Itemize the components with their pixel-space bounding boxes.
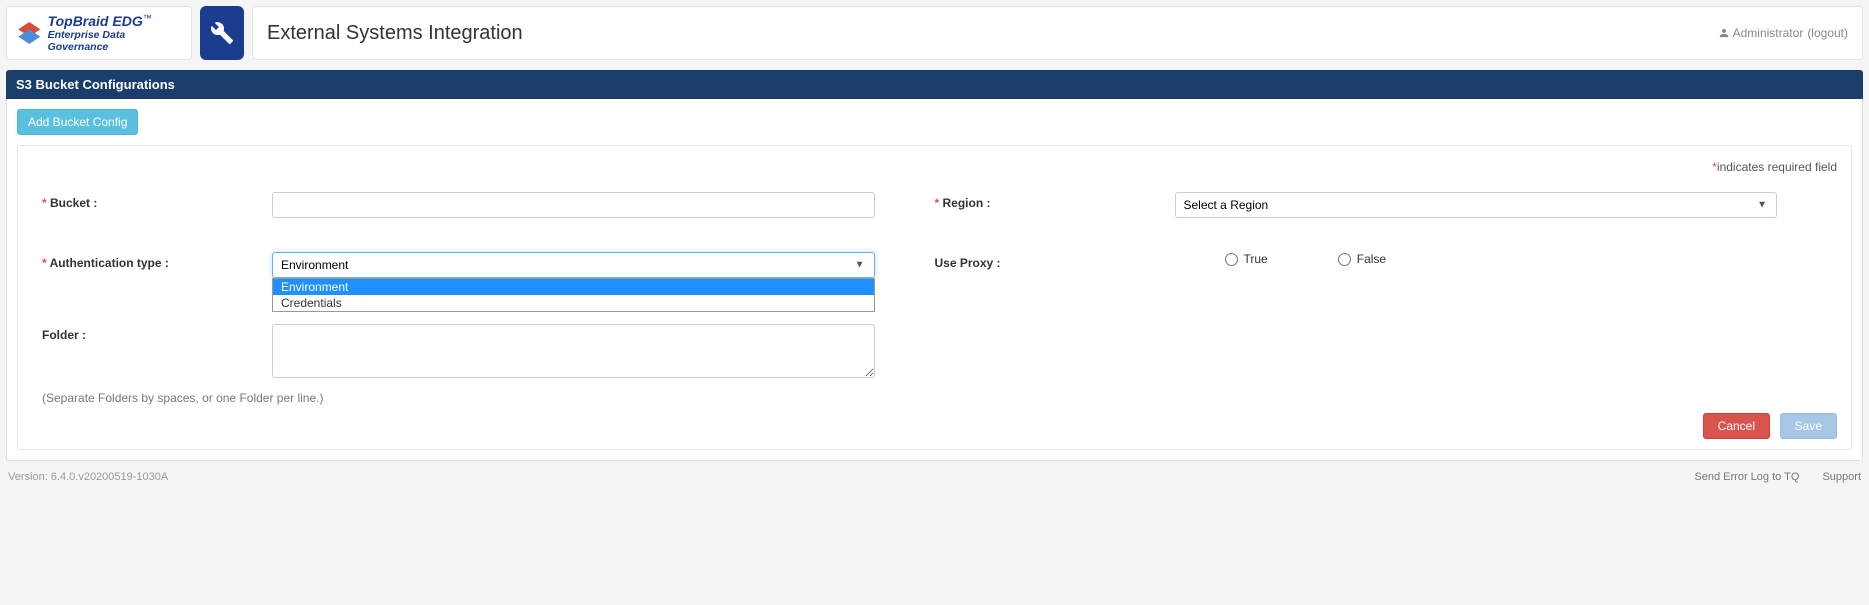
auth-option-credentials[interactable]: Credentials xyxy=(273,295,874,311)
auth-type-select[interactable]: Environment xyxy=(272,252,875,278)
user-icon xyxy=(1719,28,1729,38)
proxy-true-radio[interactable]: True xyxy=(1225,252,1268,266)
version-text: Version: 6.4.0.v20200519-1030A xyxy=(8,471,168,483)
folder-helper-text: (Separate Folders by spaces, or one Fold… xyxy=(32,391,1837,405)
bucket-input[interactable] xyxy=(272,192,875,218)
settings-wrench-button[interactable] xyxy=(200,6,244,60)
required-note: *indicates required field xyxy=(32,160,1837,174)
auth-option-environment[interactable]: Environment xyxy=(273,279,874,295)
folder-textarea[interactable] xyxy=(272,324,875,378)
auth-type-dropdown: Environment Credentials xyxy=(272,278,875,312)
logout-link[interactable]: (logout) xyxy=(1807,26,1848,40)
folder-label: Folder : xyxy=(32,324,272,342)
region-select[interactable]: Select a Region xyxy=(1175,192,1778,218)
user-name: Administrator xyxy=(1733,26,1804,40)
use-proxy-label: Use Proxy : xyxy=(935,252,1175,270)
send-error-log-link[interactable]: Send Error Log to TQ xyxy=(1694,471,1799,483)
page-title: External Systems Integration xyxy=(267,22,523,45)
user-info[interactable]: Administrator (logout) xyxy=(1719,26,1848,40)
auth-type-label: * Authentication type : xyxy=(32,252,272,270)
panel-title: S3 Bucket Configurations xyxy=(6,70,1863,99)
brand-diamond-icon xyxy=(17,20,42,46)
support-link[interactable]: Support xyxy=(1822,471,1861,483)
region-label: * Region : xyxy=(935,192,1175,210)
brand-line2: Enterprise Data Governance xyxy=(48,29,181,53)
title-bar: External Systems Integration Administrat… xyxy=(252,6,1863,60)
wrench-icon xyxy=(210,21,234,45)
save-button[interactable]: Save xyxy=(1780,413,1837,439)
add-bucket-config-button[interactable]: Add Bucket Config xyxy=(17,109,138,135)
bucket-label: * Bucket : xyxy=(32,192,272,210)
cancel-button[interactable]: Cancel xyxy=(1703,413,1770,439)
brand-line1: TopBraid EDG xyxy=(48,13,143,29)
proxy-false-radio[interactable]: False xyxy=(1338,252,1386,266)
brand-logo[interactable]: TopBraid EDG™ Enterprise Data Governance xyxy=(6,6,192,60)
